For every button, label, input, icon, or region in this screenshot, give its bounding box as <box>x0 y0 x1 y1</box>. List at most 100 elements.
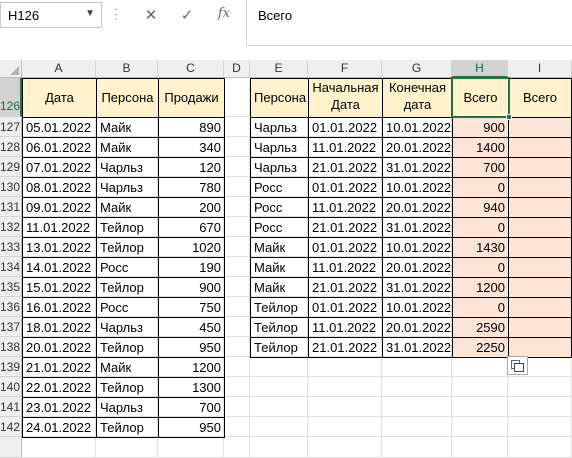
left-cell-sales[interactable]: 950 <box>158 337 225 358</box>
column-header-c[interactable]: C <box>158 60 224 78</box>
select-all-button[interactable] <box>0 60 22 78</box>
left-cell-sales[interactable]: 450 <box>158 317 225 338</box>
column-header-h[interactable]: H <box>452 60 508 78</box>
left-cell-date[interactable]: 24.01.2022 <box>22 417 97 438</box>
left-cell-date[interactable]: 11.01.2022 <box>22 217 97 238</box>
left-cell-sales[interactable]: 120 <box>158 157 225 178</box>
row-header-127[interactable]: 127 <box>0 117 22 137</box>
left-cell-date[interactable]: 14.01.2022 <box>22 257 97 278</box>
row-header-142[interactable]: 142 <box>0 417 22 437</box>
left-cell-sales[interactable]: 1020 <box>158 237 225 258</box>
empty-cell[interactable] <box>224 217 250 237</box>
right-cell-total-i[interactable] <box>508 317 572 338</box>
left-cell-person[interactable]: Тейлор <box>96 417 159 438</box>
right-cell-person[interactable]: Майк <box>250 277 309 298</box>
left-header-person[interactable]: Персона <box>96 78 159 118</box>
left-cell-person[interactable]: Майк <box>96 357 159 378</box>
empty-cell[interactable] <box>224 417 250 437</box>
empty-cell[interactable] <box>224 177 250 197</box>
empty-cell[interactable] <box>308 397 382 417</box>
right-cell-person[interactable]: Чарльз <box>250 157 309 178</box>
right-header-person[interactable]: Персона <box>250 78 309 118</box>
left-cell-sales[interactable]: 1300 <box>158 377 225 398</box>
row-header-132[interactable]: 132 <box>0 217 22 237</box>
right-cell-total-h[interactable]: 1200 <box>452 277 509 298</box>
empty-cell[interactable] <box>250 357 308 377</box>
empty-cell[interactable] <box>224 237 250 257</box>
empty-cell[interactable] <box>250 377 308 397</box>
right-cell-start-date[interactable]: 01.01.2022 <box>308 117 383 138</box>
left-cell-sales[interactable]: 900 <box>158 277 225 298</box>
empty-cell[interactable] <box>452 377 508 397</box>
right-cell-total-i[interactable] <box>508 237 572 258</box>
right-cell-person[interactable]: Росс <box>250 177 309 198</box>
column-header-e[interactable]: E <box>250 60 308 78</box>
left-cell-date[interactable]: 08.01.2022 <box>22 177 97 198</box>
row-header-139[interactable]: 139 <box>0 357 22 377</box>
left-cell-person[interactable]: Росс <box>96 297 159 318</box>
right-cell-end-date[interactable]: 20.01.2022 <box>382 257 453 278</box>
right-cell-total-h[interactable]: 1400 <box>452 137 509 158</box>
right-cell-end-date[interactable]: 31.01.2022 <box>382 157 453 178</box>
empty-cell[interactable] <box>224 277 250 297</box>
right-cell-end-date[interactable]: 31.01.2022 <box>382 337 453 358</box>
row-header-137[interactable]: 137 <box>0 317 22 337</box>
empty-cell[interactable] <box>224 357 250 377</box>
left-cell-person[interactable]: Тейлор <box>96 337 159 358</box>
empty-cell[interactable] <box>224 117 250 137</box>
row-header-140[interactable]: 140 <box>0 377 22 397</box>
empty-cell[interactable] <box>452 357 508 377</box>
row-header-126[interactable]: 126 <box>0 78 22 117</box>
left-cell-sales[interactable]: 780 <box>158 177 225 198</box>
empty-cell[interactable] <box>508 437 572 458</box>
left-cell-date[interactable]: 09.01.2022 <box>22 197 97 218</box>
right-cell-person[interactable]: Росс <box>250 197 309 218</box>
left-cell-date[interactable]: 07.01.2022 <box>22 157 97 178</box>
empty-cell[interactable] <box>224 137 250 157</box>
right-cell-total-i[interactable] <box>508 137 572 158</box>
row-header-129[interactable]: 129 <box>0 157 22 177</box>
left-cell-sales[interactable]: 1200 <box>158 357 225 378</box>
right-cell-end-date[interactable]: 31.01.2022 <box>382 217 453 238</box>
right-cell-end-date[interactable]: 10.01.2022 <box>382 237 453 258</box>
right-cell-total-h[interactable]: 1430 <box>452 237 509 258</box>
left-cell-person[interactable]: Майк <box>96 197 159 218</box>
empty-cell[interactable] <box>508 377 572 397</box>
left-cell-person[interactable]: Тейлор <box>96 277 159 298</box>
row-header-138[interactable]: 138 <box>0 337 22 357</box>
right-cell-start-date[interactable]: 11.01.2022 <box>308 197 383 218</box>
empty-cell[interactable] <box>250 437 308 458</box>
right-header-total-h[interactable]: Всего <box>452 78 509 118</box>
right-cell-start-date[interactable]: 21.01.2022 <box>308 157 383 178</box>
left-header-sales[interactable]: Продажи <box>158 78 225 118</box>
left-cell-person[interactable]: Чарльз <box>96 177 159 198</box>
row-header-141[interactable]: 141 <box>0 397 22 417</box>
left-cell-date[interactable]: 16.01.2022 <box>22 297 97 318</box>
empty-cell[interactable] <box>308 357 382 377</box>
right-cell-end-date[interactable]: 10.01.2022 <box>382 117 453 138</box>
empty-cell[interactable] <box>224 297 250 317</box>
empty-cell[interactable] <box>224 377 250 397</box>
row-header-134[interactable]: 134 <box>0 257 22 277</box>
right-cell-person[interactable]: Чарльз <box>250 137 309 158</box>
right-cell-end-date[interactable]: 31.01.2022 <box>382 277 453 298</box>
row-header-133[interactable]: 133 <box>0 237 22 257</box>
name-box[interactable]: H126 ▼ <box>0 2 102 28</box>
empty-cell[interactable] <box>452 417 508 437</box>
right-cell-total-i[interactable] <box>508 177 572 198</box>
empty-cell[interactable] <box>158 437 224 458</box>
right-cell-start-date[interactable]: 11.01.2022 <box>308 137 383 158</box>
left-cell-person[interactable]: Тейлор <box>96 237 159 258</box>
row-header-143[interactable] <box>0 437 22 458</box>
right-header-end-date[interactable]: Конечная дата <box>382 78 453 118</box>
right-cell-total-h[interactable]: 700 <box>452 157 509 178</box>
left-cell-date[interactable]: 21.01.2022 <box>22 357 97 378</box>
left-cell-sales[interactable]: 190 <box>158 257 225 278</box>
right-cell-total-h[interactable]: 940 <box>452 197 509 218</box>
empty-cell[interactable] <box>224 317 250 337</box>
left-cell-sales[interactable]: 750 <box>158 297 225 318</box>
right-cell-total-h[interactable]: 0 <box>452 297 509 318</box>
row-header-136[interactable]: 136 <box>0 297 22 317</box>
formula-input[interactable]: Всего <box>246 0 572 46</box>
right-cell-end-date[interactable]: 10.01.2022 <box>382 297 453 318</box>
